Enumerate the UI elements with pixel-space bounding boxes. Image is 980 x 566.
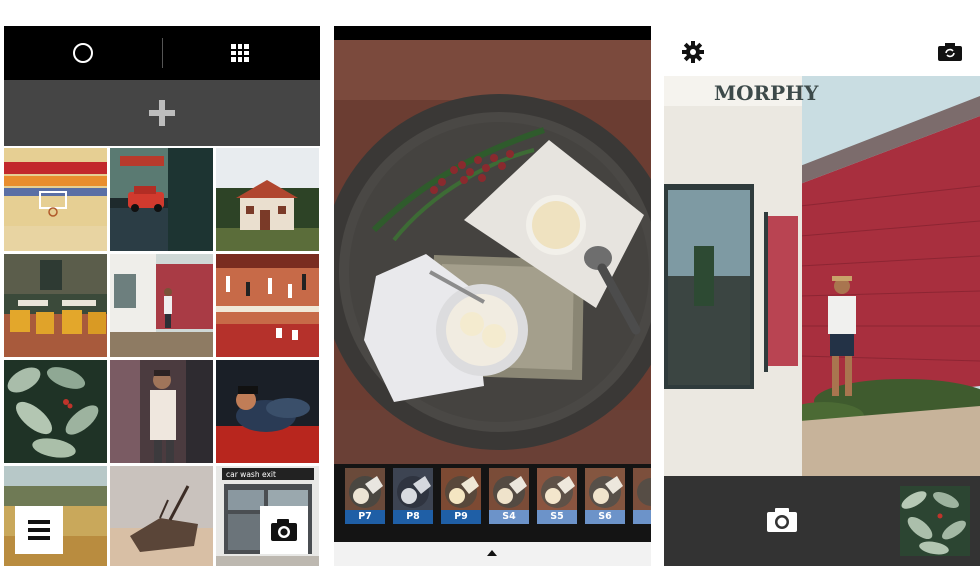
add-photo-button[interactable]	[4, 80, 320, 146]
filter-preset-partial[interactable]	[633, 468, 651, 524]
filter-drawer-handle[interactable]	[334, 542, 651, 566]
filter-label: P8	[393, 510, 433, 524]
filter-preview	[441, 468, 481, 510]
switch-camera-icon[interactable]	[937, 42, 963, 62]
editor-screen: P7 P8 P9 S4 S5 S6	[334, 26, 651, 566]
menu-icon	[28, 520, 50, 540]
camera-bottom-bar	[664, 476, 980, 566]
grid-view-icon[interactable]	[231, 44, 249, 62]
photo-thumbnail[interactable]	[110, 254, 213, 357]
filter-preset-p9[interactable]: P9	[441, 468, 481, 524]
filter-preview	[345, 468, 385, 510]
filter-label: P9	[441, 510, 481, 524]
filter-preview	[537, 468, 577, 510]
plus-icon	[149, 100, 175, 126]
camera-screen: MORPHY	[664, 26, 980, 566]
filter-preview	[633, 468, 651, 510]
photo-thumbnail[interactable]	[216, 360, 319, 463]
camera-icon	[271, 519, 297, 541]
filter-preview	[393, 468, 433, 510]
carwash-sign-text: car wash exit	[226, 470, 276, 479]
photo-thumbnail[interactable]	[216, 254, 319, 357]
filter-preset-s4[interactable]: S4	[489, 468, 529, 524]
filter-preset-p7[interactable]: P7	[345, 468, 385, 524]
filter-preset-p8[interactable]: P8	[393, 468, 433, 524]
menu-button[interactable]	[15, 506, 63, 554]
camera-viewfinder[interactable]: MORPHY	[664, 76, 980, 476]
open-camera-button[interactable]	[260, 506, 308, 554]
photo-thumbnail[interactable]	[110, 148, 213, 251]
filter-preset-s5[interactable]: S5	[537, 468, 577, 524]
camera-top-bar	[664, 26, 980, 76]
filter-preview	[489, 468, 529, 510]
photo-thumbnail[interactable]	[110, 360, 213, 463]
gear-icon[interactable]	[682, 41, 704, 63]
chevron-up-icon	[487, 550, 497, 556]
filter-label: S5	[537, 510, 577, 524]
top-bar-divider	[162, 38, 163, 68]
camera-mode-circle-icon[interactable]	[73, 43, 93, 63]
photo-thumbnail[interactable]	[4, 148, 107, 251]
building-sign: MORPHY	[714, 81, 819, 105]
shutter-button[interactable]	[764, 504, 800, 536]
gallery-top-bar	[4, 26, 320, 80]
filter-preview	[585, 468, 625, 510]
photo-thumbnail[interactable]	[110, 466, 213, 566]
photo-thumbnail[interactable]	[4, 254, 107, 357]
filter-preset-s6[interactable]: S6	[585, 468, 625, 524]
filter-label: P7	[345, 510, 385, 524]
gallery-screen: car wash exit	[4, 26, 320, 566]
filter-label: S6	[585, 510, 625, 524]
last-photo-thumbnail[interactable]	[900, 486, 970, 556]
photo-thumbnail[interactable]	[4, 360, 107, 463]
edit-photo-canvas[interactable]	[334, 40, 651, 464]
filter-label: S4	[489, 510, 529, 524]
photo-thumbnail[interactable]	[216, 148, 319, 251]
filter-label	[633, 510, 651, 524]
